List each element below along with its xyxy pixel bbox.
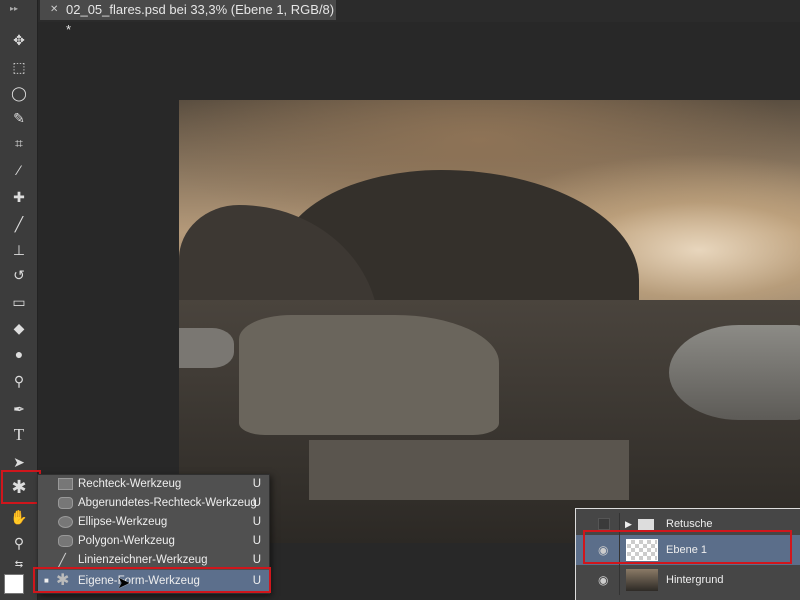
healing-brush-tool[interactable]: ✚ (8, 186, 30, 208)
layer-row-hintergrund[interactable]: ◉ Hintergrund (576, 565, 800, 595)
folder-icon (638, 519, 654, 530)
foreground-color-swatch[interactable] (4, 574, 24, 594)
eyedropper-tool[interactable]: ⁄ (8, 159, 30, 181)
tab-bar: ✕ 02_05_flares.psd bei 33,3% (Ebene 1, R… (38, 0, 800, 37)
clone-stamp-tool[interactable]: ⊥ (8, 239, 30, 261)
menu-item-label: Abgerundetes-Rechteck-Werkzeug (78, 497, 257, 509)
hand-tool[interactable]: ✋ (8, 506, 30, 528)
menu-item-shortcut: U (252, 535, 261, 547)
marquee-tool[interactable]: ⬚ (8, 56, 30, 78)
menu-item-ellipse-tool[interactable]: Ellipse-Werkzeug U (38, 513, 269, 532)
toolbar: ▸▸ ✥ ⬚ ◯ ✎ ⌗ ⁄ ✚ ╱ ⊥ ↺ ▭ ◆ ● ⚲ ✒ T ➤ ✱ ✋… (0, 0, 38, 600)
menu-item-label: Polygon-Werkzeug (78, 535, 175, 547)
slab-rock (239, 315, 499, 435)
menu-item-label: Rechteck-Werkzeug (78, 478, 182, 490)
history-brush-tool[interactable]: ↺ (8, 264, 30, 286)
layer-name: Hintergrund (666, 574, 724, 586)
menu-item-rounded-rectangle-tool[interactable]: Abgerundetes-Rechteck-Werkzeug U (38, 494, 269, 513)
rectangle-icon (58, 478, 73, 490)
close-icon[interactable]: ✕ (50, 0, 58, 20)
menu-item-shortcut: U (252, 478, 261, 490)
layer-highlight-box (583, 530, 792, 564)
polygon-icon (58, 535, 73, 547)
type-tool[interactable]: T (8, 424, 30, 446)
eraser-tool[interactable]: ▭ (8, 291, 30, 313)
visibility-toggle-off[interactable] (598, 518, 610, 530)
crop-tool[interactable]: ⌗ (8, 132, 30, 154)
log-right (669, 325, 800, 420)
ellipse-icon (58, 516, 73, 528)
tool-highlight-box (1, 470, 41, 504)
log-left (179, 328, 234, 368)
eye-icon[interactable]: ◉ (598, 565, 608, 595)
menu-item-rectangle-tool[interactable]: Rechteck-Werkzeug U (38, 475, 269, 494)
brush-tool[interactable]: ╱ (8, 213, 30, 235)
stone-steps (309, 440, 629, 500)
move-tool[interactable]: ✥ (8, 29, 30, 51)
lasso-tool[interactable]: ◯ (8, 82, 30, 104)
swap-colors-icon[interactable]: ⇆ (8, 554, 30, 576)
zoom-tool[interactable]: ⚲ (8, 532, 30, 554)
quick-selection-tool[interactable]: ✎ (8, 107, 30, 129)
layer-thumbnail (626, 569, 658, 591)
pen-tool[interactable]: ✒ (8, 398, 30, 420)
menu-item-shortcut: U (252, 497, 261, 509)
rounded-rectangle-icon (58, 497, 73, 509)
menu-item-polygon-tool[interactable]: Polygon-Werkzeug U (38, 532, 269, 551)
mouse-cursor-icon: ➤ (117, 575, 131, 592)
toolbar-grip[interactable]: ▸▸ (10, 4, 18, 13)
menu-item-label: Ellipse-Werkzeug (78, 516, 168, 528)
document-canvas[interactable] (179, 100, 800, 543)
menu-item-shortcut: U (252, 516, 261, 528)
paint-bucket-tool[interactable]: ◆ (8, 317, 30, 339)
burn-tool[interactable]: ● (8, 343, 30, 365)
document-tab[interactable]: ✕ 02_05_flares.psd bei 33,3% (Ebene 1, R… (40, 0, 336, 37)
dodge-tool[interactable]: ⚲ (8, 370, 30, 392)
document-tab-title: 02_05_flares.psd bei 33,3% (Ebene 1, RGB… (66, 2, 335, 37)
menu-highlight-box (33, 567, 271, 593)
